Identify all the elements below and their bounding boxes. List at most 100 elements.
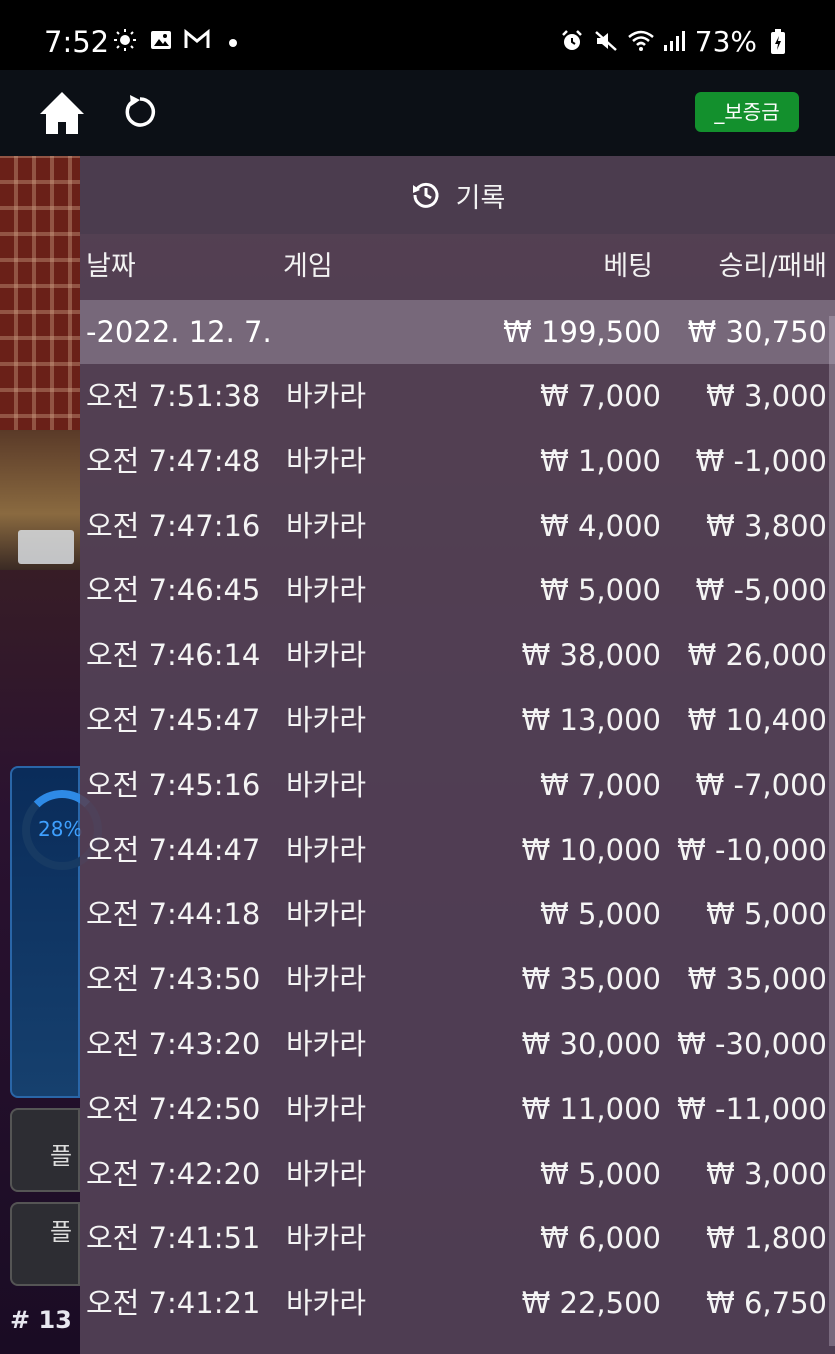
row-time: 오전 7:43:20 <box>86 1026 261 1061</box>
row-game: 바카라 <box>286 1221 367 1256</box>
history-row[interactable]: 오전 7:41:21 바카라 ₩ 22,500 ₩ 6,750 <box>80 1271 835 1336</box>
history-row[interactable]: 오전 7:42:20 바카라 ₩ 5,000 ₩ 3,000 <box>80 1142 835 1207</box>
row-game: 바카라 <box>286 832 367 867</box>
date-group-total-result: ₩ 30,750 <box>687 315 827 349</box>
row-result: ₩ 6,750 <box>706 1286 827 1321</box>
history-scrollbar[interactable] <box>829 316 835 1346</box>
round-number: # 13 <box>10 1306 72 1334</box>
history-row[interactable]: 오전 7:43:20 바카라 ₩ 30,000 ₩ -30,000 <box>80 1012 835 1077</box>
row-time: 오전 7:45:47 <box>86 702 261 737</box>
row-result: ₩ 26,000 <box>687 638 827 673</box>
alarm-icon <box>559 29 585 55</box>
deposit-button[interactable]: _보증금 <box>695 92 799 132</box>
row-bet: ₩ 22,500 <box>521 1286 661 1321</box>
history-column-headers: 날짜 게임 베팅 승리/패배 <box>80 234 835 300</box>
history-row[interactable]: 오전 7:41:51 바카라 ₩ 6,000 ₩ 1,800 <box>80 1206 835 1271</box>
row-bet: ₩ 7,000 <box>540 379 661 413</box>
date-group-row[interactable]: -2022. 12. 7. ₩ 199,500 ₩ 30,750 <box>80 300 835 364</box>
history-row[interactable]: 오전 7:46:14 바카라 ₩ 38,000 ₩ 26,000 <box>80 623 835 688</box>
row-bet: ₩ 5,000 <box>540 573 661 608</box>
row-game: 바카라 <box>286 638 367 673</box>
side-bet-button-2-label: 플 <box>50 1218 73 1246</box>
row-result: ₩ 10,400 <box>687 702 827 737</box>
gmail-icon <box>184 28 210 54</box>
row-game: 바카라 <box>286 1026 367 1061</box>
row-time: 오전 7:47:16 <box>86 508 261 543</box>
row-time: 오전 7:46:45 <box>86 573 261 608</box>
history-row[interactable]: 오전 7:51:38 바카라 ₩ 7,000 ₩ 3,000 <box>80 364 835 429</box>
row-bet: ₩ 4,000 <box>540 508 661 543</box>
row-time: 오전 7:41:51 <box>86 1221 261 1256</box>
column-header-date: 날짜 <box>86 251 136 282</box>
row-bet: ₩ 38,000 <box>521 638 661 673</box>
column-header-game: 게임 <box>283 251 333 282</box>
row-time: 오전 7:51:38 <box>86 379 261 413</box>
row-game: 바카라 <box>286 767 367 802</box>
row-bet: ₩ 13,000 <box>521 702 661 737</box>
row-bet: ₩ 7,000 <box>540 767 661 802</box>
row-result: ₩ -30,000 <box>677 1026 827 1061</box>
history-row[interactable]: 오전 7:44:18 바카라 ₩ 5,000 ₩ 5,000 <box>80 882 835 947</box>
history-row[interactable]: 오전 7:46:45 바카라 ₩ 5,000 ₩ -5,000 <box>80 558 835 623</box>
date-group-total-bet: ₩ 199,500 <box>503 315 661 349</box>
row-time: 오전 7:44:47 <box>86 832 261 867</box>
column-header-result: 승리/패배 <box>718 251 827 282</box>
wifi-icon <box>627 29 654 55</box>
gallery-icon <box>148 28 174 54</box>
app-bar: _보증금 <box>0 70 835 156</box>
row-bet: ₩ 10,000 <box>521 832 661 867</box>
row-game: 바카라 <box>286 702 367 737</box>
mute-icon <box>593 29 619 55</box>
row-bet: ₩ 35,000 <box>521 962 661 997</box>
column-header-bet: 베팅 <box>603 251 653 282</box>
history-panel: 기록 날짜 게임 베팅 승리/패배 -2022. 12. 7. ₩ 199,50… <box>80 156 835 1354</box>
history-row[interactable]: 오전 7:44:47 바카라 ₩ 10,000 ₩ -10,000 <box>80 818 835 883</box>
history-title: 기록 <box>455 182 506 214</box>
history-row[interactable]: 오전 7:45:47 바카라 ₩ 13,000 ₩ 10,400 <box>80 688 835 753</box>
row-bet: ₩ 30,000 <box>521 1026 661 1061</box>
refresh-icon[interactable] <box>120 92 160 132</box>
home-icon[interactable] <box>38 90 86 136</box>
row-result: ₩ -11,000 <box>677 1091 827 1126</box>
history-row[interactable]: 오전 7:47:48 바카라 ₩ 1,000 ₩ -1,000 <box>80 429 835 494</box>
row-bet: ₩ 11,000 <box>521 1091 661 1126</box>
status-bar: 7:52 73% <box>0 0 835 70</box>
row-game: 바카라 <box>286 897 367 932</box>
row-result: ₩ -5,000 <box>695 573 827 608</box>
history-rows: 오전 7:51:38 바카라 ₩ 7,000 ₩ 3,000 오전 7:47:48 바카… <box>80 364 835 1336</box>
weather-sun-icon <box>112 28 138 54</box>
bet-progress-text: 28% <box>38 817 83 841</box>
status-time: 7:52 <box>44 25 110 59</box>
date-group-date: -2022. 12. 7. <box>86 315 272 349</box>
history-icon <box>410 179 442 211</box>
row-game: 바카라 <box>286 443 367 478</box>
row-game: 바카라 <box>286 508 367 543</box>
row-result: ₩ -10,000 <box>677 832 827 867</box>
row-result: ₩ -7,000 <box>695 767 827 802</box>
row-game: 바카라 <box>286 1156 367 1191</box>
row-game: 바카라 <box>286 573 367 608</box>
row-time: 오전 7:45:16 <box>86 767 261 802</box>
row-game: 바카라 <box>286 962 367 997</box>
battery-icon <box>765 29 791 55</box>
status-right-icons: 73% <box>559 24 791 60</box>
row-result: ₩ 5,000 <box>706 897 827 932</box>
history-row[interactable]: 오전 7:47:16 바카라 ₩ 4,000 ₩ 3,800 <box>80 494 835 559</box>
side-bet-button-1-label: 플 <box>50 1142 73 1170</box>
row-game: 바카라 <box>286 1091 367 1126</box>
row-time: 오전 7:42:20 <box>86 1156 261 1191</box>
battery-percent: 73% <box>694 25 757 58</box>
row-result: ₩ -1,000 <box>695 443 827 478</box>
status-left-icons <box>112 28 246 54</box>
signal-icon <box>661 29 687 55</box>
row-result: ₩ 3,000 <box>706 1156 827 1191</box>
history-row[interactable]: 오전 7:42:50 바카라 ₩ 11,000 ₩ -11,000 <box>80 1077 835 1142</box>
row-time: 오전 7:47:48 <box>86 443 261 478</box>
history-row[interactable]: 오전 7:43:50 바카라 ₩ 35,000 ₩ 35,000 <box>80 947 835 1012</box>
lattice-window-decoration <box>0 156 80 466</box>
row-result: ₩ 1,800 <box>706 1221 827 1256</box>
history-row[interactable]: 오전 7:45:16 바카라 ₩ 7,000 ₩ -7,000 <box>80 753 835 818</box>
row-game: 바카라 <box>286 1286 367 1321</box>
row-game: 바카라 <box>286 379 367 413</box>
row-time: 오전 7:41:21 <box>86 1286 261 1321</box>
